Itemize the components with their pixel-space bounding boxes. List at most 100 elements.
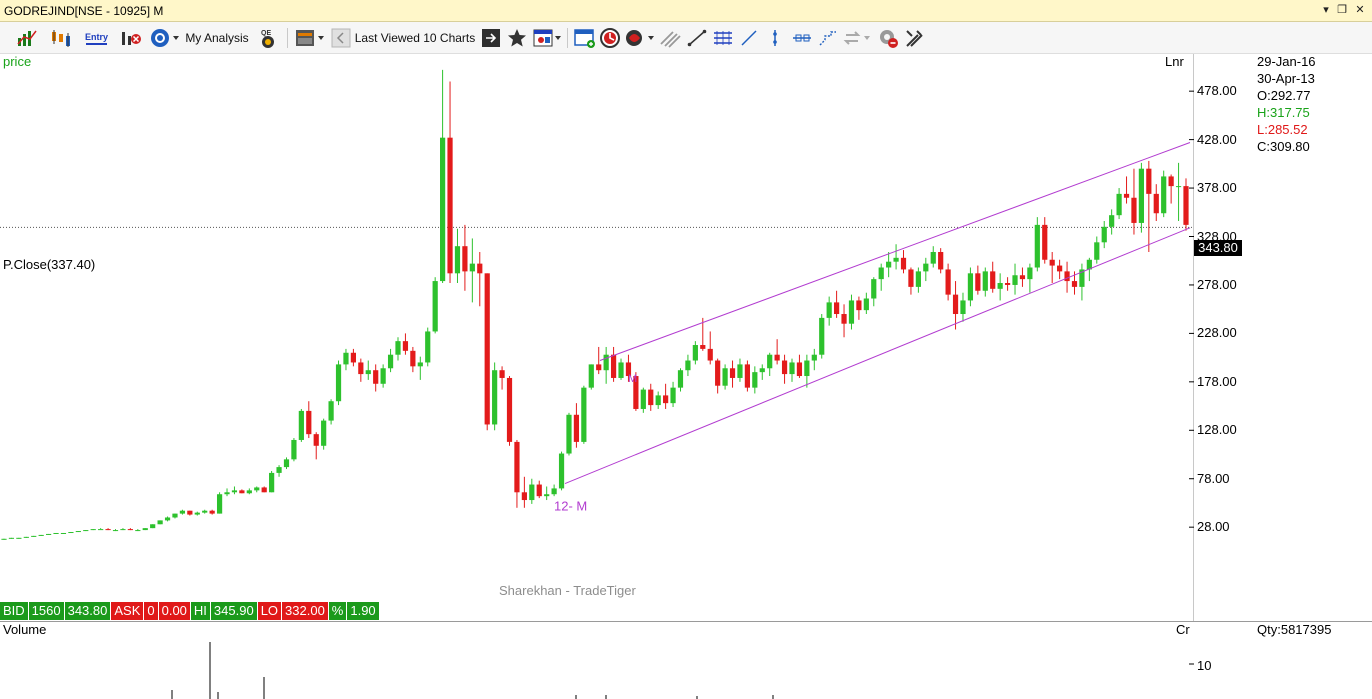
horizontal-line-icon[interactable]	[790, 26, 814, 50]
bid-qty: 1560	[28, 602, 64, 620]
candle	[759, 364, 765, 380]
candle	[157, 520, 163, 525]
my-analysis-button[interactable]: My Analysis	[184, 26, 250, 50]
candle	[1161, 170, 1167, 218]
candle	[1175, 162, 1182, 221]
candle	[767, 352, 773, 377]
candle	[1012, 263, 1018, 295]
candle	[886, 252, 892, 278]
last-viewed-button[interactable]: Last Viewed 10 Charts	[354, 26, 476, 50]
candle	[16, 537, 22, 539]
candle	[142, 528, 148, 531]
remove-indicator-icon[interactable]	[118, 26, 144, 50]
candle	[46, 533, 52, 535]
settings-off-icon[interactable]	[876, 26, 900, 50]
clock-icon[interactable]	[598, 26, 622, 50]
chart-type-icon[interactable]	[14, 26, 40, 50]
candle	[90, 529, 96, 531]
sync-icon[interactable]	[842, 26, 874, 50]
candle	[1131, 168, 1137, 235]
trend-line-icon[interactable]	[686, 26, 708, 50]
candle	[68, 532, 74, 534]
close-icon[interactable]: ✕	[1353, 3, 1367, 17]
volume-chart[interactable]	[0, 622, 1194, 699]
last-viewed-label: Last Viewed 10 Charts	[354, 31, 476, 45]
y-tick-label: 28.00	[1197, 519, 1230, 535]
vertical-line-icon[interactable]	[764, 26, 786, 50]
channel-upper-line[interactable]	[599, 142, 1191, 361]
candle	[834, 290, 840, 318]
candle	[923, 257, 929, 282]
candle	[8, 537, 15, 539]
parallel-lines-icon[interactable]	[658, 26, 682, 50]
favorite-star-icon[interactable]	[506, 26, 528, 50]
forward-button[interactable]	[480, 26, 502, 50]
channel-start-label: 12- M	[554, 499, 587, 514]
ask-label: ASK	[111, 602, 144, 620]
price-pane-label: price	[3, 54, 32, 69]
ask-price: 0.00	[158, 602, 190, 620]
candle	[120, 528, 126, 531]
channel-mid-label: M	[628, 373, 637, 385]
new-window-icon[interactable]	[572, 26, 598, 50]
restore-icon[interactable]: ❐	[1335, 3, 1349, 17]
svg-text:Entry: Entry	[85, 32, 108, 42]
candle	[1034, 217, 1040, 272]
qe-icon[interactable]: QE	[256, 26, 280, 50]
candle	[83, 530, 89, 532]
bid-price: 343.80	[64, 602, 111, 620]
candle	[692, 341, 698, 365]
quote-strip: BID 1560 343.80 ASK 0 0.00 HI 345.90 LO …	[0, 602, 380, 620]
channel-lower-line[interactable]	[564, 227, 1191, 485]
fibonacci-icon[interactable]	[816, 26, 840, 50]
candle	[781, 354, 788, 384]
toolbar-separator	[567, 28, 568, 48]
template-icon[interactable]	[294, 26, 326, 50]
scale-mode-label[interactable]: Lnr	[1165, 54, 1184, 69]
watermark: Sharekhan - TradeTiger	[499, 583, 636, 598]
candle	[23, 536, 29, 538]
entry-icon[interactable]: Entry	[84, 26, 110, 50]
horizontal-grid-icon[interactable]	[711, 26, 735, 50]
refresh-icon[interactable]	[150, 26, 180, 50]
candle	[291, 438, 297, 462]
candle	[358, 358, 364, 382]
candle	[915, 267, 921, 293]
candles-icon[interactable]	[48, 26, 76, 50]
candle	[640, 387, 646, 413]
alerts-icon[interactable]	[624, 26, 656, 50]
tools-icon[interactable]	[902, 26, 926, 50]
volume-label: Volume	[3, 622, 47, 637]
window-title: GODREJIND[NSE - 10925] M	[4, 4, 164, 18]
candle	[1146, 160, 1152, 253]
candle	[677, 368, 684, 392]
candle	[254, 486, 260, 493]
bid-label: BID	[0, 602, 28, 620]
candle	[819, 314, 825, 359]
y-tick-label: 278.00	[1197, 276, 1237, 292]
back-button[interactable]	[330, 26, 352, 50]
candle	[1027, 263, 1033, 293]
candle	[246, 488, 252, 495]
candle	[1101, 220, 1107, 249]
candle	[209, 509, 215, 515]
candle	[670, 381, 676, 408]
price-chart[interactable]: 12- M M	[0, 54, 1194, 621]
candle	[98, 528, 104, 531]
volume-axis-tick: 10	[1197, 658, 1212, 673]
candle	[663, 383, 669, 409]
dropdown-icon[interactable]: ▾	[1319, 3, 1333, 17]
candle	[752, 366, 758, 394]
candle	[529, 478, 535, 504]
candle	[960, 292, 966, 322]
ray-line-icon[interactable]	[738, 26, 760, 50]
layout-icon[interactable]	[532, 26, 562, 50]
candle	[321, 418, 327, 450]
chart-toolbar: Entry My Analysis QE Last Viewed 10 Char…	[0, 22, 1372, 54]
candle	[900, 250, 907, 274]
candle	[715, 358, 721, 394]
y-tick-label: 178.00	[1197, 373, 1237, 389]
candle	[707, 331, 713, 365]
candle	[432, 277, 438, 334]
candle	[551, 484, 557, 497]
